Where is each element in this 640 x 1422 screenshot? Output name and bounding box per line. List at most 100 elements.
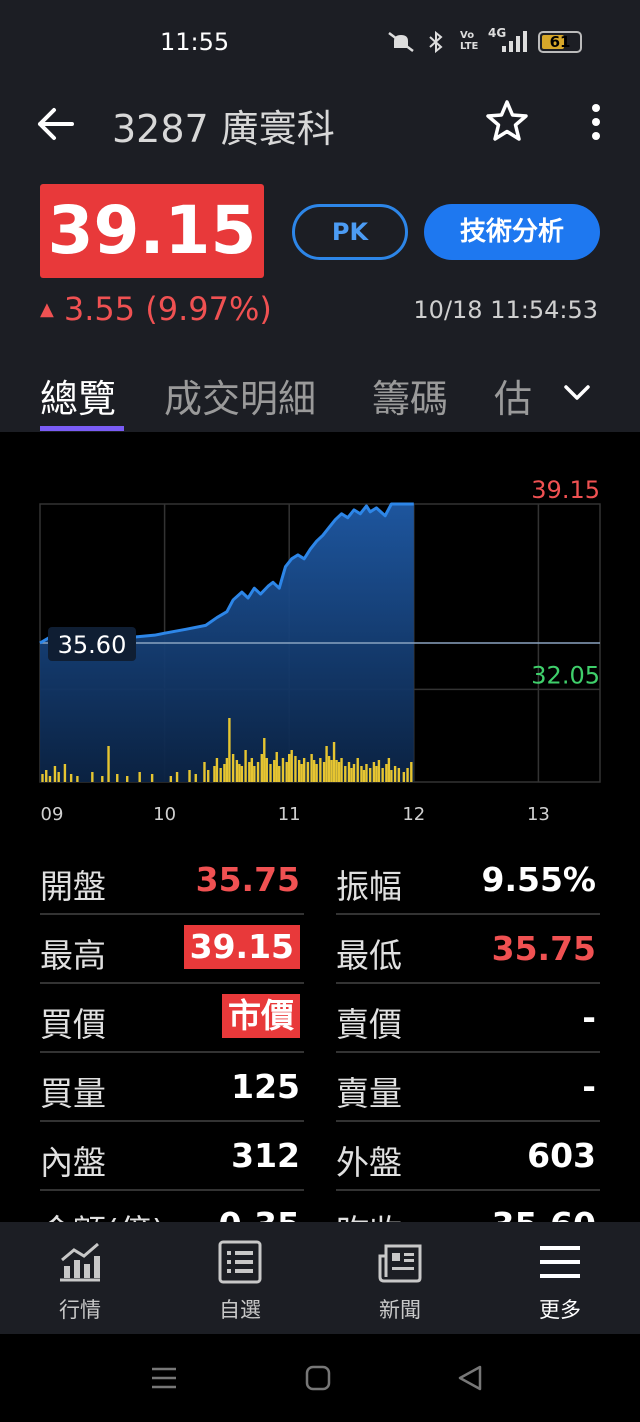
volume-bar <box>393 766 397 782</box>
volume-bar <box>273 760 276 782</box>
volume-bar <box>330 760 333 782</box>
recent-apps-icon[interactable] <box>148 1362 180 1394</box>
volume-bar <box>213 766 216 782</box>
volume-bar <box>278 766 281 782</box>
volume-bar <box>116 774 119 782</box>
back-arrow-icon[interactable] <box>36 106 76 142</box>
stat-row: 開盤 35.75 振幅 9.55% <box>40 846 600 915</box>
stat-label: 最高 <box>40 936 106 975</box>
volume-bar <box>250 758 254 782</box>
volume-bar <box>138 772 141 782</box>
stat-cell: 最低 35.75 <box>336 915 600 984</box>
volume-bar <box>347 762 351 782</box>
nav-market-label: 行情 <box>59 1298 101 1322</box>
stat-value: 35.60 <box>492 1205 596 1222</box>
volume-bar <box>406 768 409 782</box>
intraday-chart-svg: 39.15 32.05 35.60 09 10 11 12 13 <box>39 476 601 825</box>
stat-label: 買價 <box>40 1005 106 1044</box>
reference-label: 35.60 <box>58 631 127 659</box>
tab-chips[interactable]: 籌碼 <box>372 368 448 423</box>
volume-bar <box>402 772 406 782</box>
volume-bar <box>231 754 235 782</box>
volume-bar <box>300 764 303 782</box>
volume-bar <box>327 756 331 782</box>
news-icon <box>378 1244 422 1283</box>
nav-watchlist[interactable]: 自選 <box>160 1222 320 1334</box>
nav-more[interactable]: 更多 <box>480 1222 640 1334</box>
nav-news-label: 新聞 <box>379 1298 421 1322</box>
volume-bar <box>203 762 206 782</box>
volume-bar <box>228 718 231 782</box>
current-price: 39.15 <box>47 192 257 269</box>
stat-label: 金額(億) <box>40 1205 165 1222</box>
tab-overview[interactable]: 總覽 <box>40 368 116 423</box>
quote-stats: 開盤 35.75 振幅 9.55% 最高 39.15 最低 35.75 買價 市價 賣價 - 買量 125… <box>0 846 640 1222</box>
volume-bar <box>332 742 336 782</box>
volume-bar <box>387 758 391 782</box>
volume-bar <box>53 766 57 782</box>
volume-bar <box>365 764 368 782</box>
volume-bar <box>107 746 110 782</box>
nav-market[interactable]: 行情 <box>0 1222 160 1334</box>
stat-value: 0.35 <box>219 1205 300 1222</box>
more-options-icon[interactable] <box>586 102 606 142</box>
tab-valuation[interactable]: 估 <box>494 368 532 423</box>
volume-bar <box>175 772 179 782</box>
volume-bar <box>352 764 356 782</box>
volume-bar <box>290 750 293 782</box>
stat-value: 市價 <box>222 994 300 1038</box>
volume-bar <box>302 758 306 782</box>
volume-bar <box>248 762 251 782</box>
chevron-down-icon[interactable] <box>562 380 592 404</box>
pk-button[interactable]: PK <box>292 204 408 260</box>
stat-value: 35.75 <box>195 860 300 899</box>
stat-label: 買量 <box>40 1074 106 1113</box>
volume-bar <box>225 758 229 782</box>
volume-bar <box>362 770 366 782</box>
x-tick-label: 10 <box>153 804 176 825</box>
system-back-icon[interactable] <box>454 1362 486 1394</box>
volume-bar <box>285 762 288 782</box>
stat-value: 9.55% <box>481 860 597 899</box>
stat-row: 買價 市價 賣價 - <box>40 984 600 1053</box>
4g-signal-icon <box>502 31 527 52</box>
y-high-label: 39.15 <box>531 476 600 504</box>
volume-bar <box>238 764 241 782</box>
volume-bar <box>360 766 363 782</box>
stat-row: 最高 39.15 最低 35.75 <box>40 915 600 984</box>
intraday-chart[interactable]: 39.15 32.05 35.60 09 10 11 12 13 <box>0 432 640 832</box>
volume-bar <box>297 760 301 782</box>
favorite-star-icon[interactable] <box>484 98 530 144</box>
y-low-label: 32.05 <box>531 661 600 689</box>
volume-bar <box>310 754 313 782</box>
volume-bar <box>235 760 239 782</box>
price-change-value: 3.55 (9.97%) <box>63 290 272 328</box>
stat-cell: 內盤 312 <box>40 1122 304 1191</box>
volume-bar <box>337 762 341 782</box>
x-tick-label: 13 <box>527 804 550 825</box>
stat-label: 賣量 <box>336 1074 402 1113</box>
up-arrow-icon: ▲ <box>40 298 54 320</box>
tab-trade-details[interactable]: 成交明細 <box>164 368 316 423</box>
stat-cell: 賣量 - <box>336 1053 600 1122</box>
volume-bar <box>126 776 129 782</box>
volume-bar <box>344 766 347 782</box>
volume-bar <box>260 754 263 782</box>
technical-analysis-button[interactable]: 技術分析 <box>424 204 600 260</box>
stat-row: 內盤 312 外盤 603 <box>40 1122 600 1191</box>
price-change: ▲ 3.55 (9.97%) <box>40 290 272 328</box>
x-tick-label: 09 <box>41 804 64 825</box>
volume-bar <box>256 762 260 782</box>
home-icon[interactable] <box>302 1362 334 1394</box>
stat-value: 125 <box>231 1067 300 1106</box>
volume-bar <box>385 764 388 782</box>
stat-cell: 買價 市價 <box>40 984 304 1053</box>
volume-bar <box>390 770 393 782</box>
current-price-box: 39.15 <box>40 184 264 278</box>
nav-news[interactable]: 新聞 <box>320 1222 480 1334</box>
active-tab-indicator <box>40 426 124 431</box>
volume-bar <box>410 762 413 782</box>
volume-bar <box>319 758 322 782</box>
volume-bar <box>244 750 247 782</box>
market-chart-icon <box>60 1242 100 1282</box>
